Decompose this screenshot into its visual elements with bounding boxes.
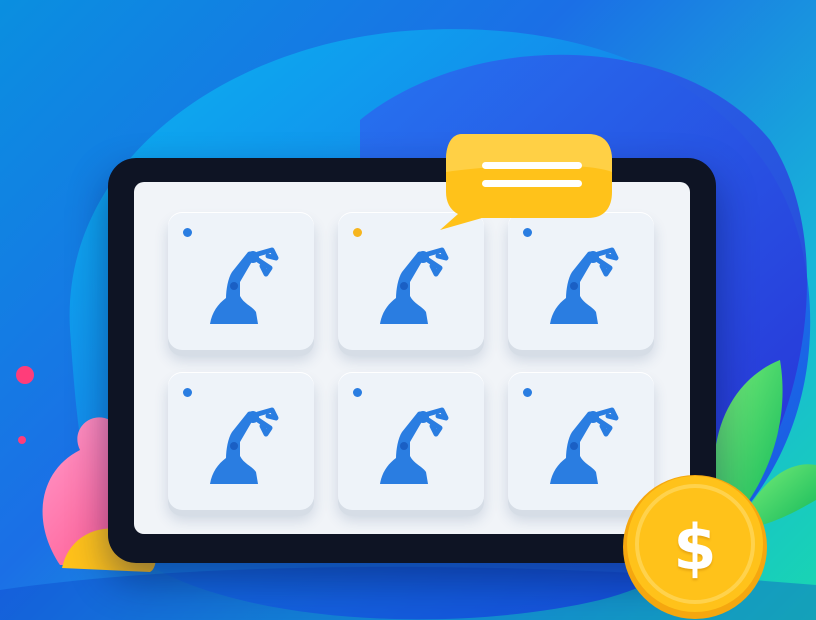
status-dot <box>523 388 532 397</box>
chat-bubble-icon[interactable] <box>438 132 613 232</box>
status-dot-alert <box>353 228 362 237</box>
robot-tile[interactable] <box>338 372 484 510</box>
robot-arm-icon <box>380 407 449 484</box>
robot-tile[interactable] <box>338 212 484 350</box>
robot-arm-icon <box>550 407 619 484</box>
pink-dot-small <box>18 436 26 444</box>
robot-tile[interactable] <box>168 212 314 350</box>
robot-arm-icon <box>380 247 449 324</box>
pink-dot <box>16 366 34 384</box>
robot-arm-icon <box>210 407 279 484</box>
coin-symbol: $ <box>673 510 717 584</box>
message-line <box>482 180 582 187</box>
robot-arm-icon <box>210 247 279 324</box>
robot-tile[interactable] <box>508 212 654 350</box>
status-dot <box>183 388 192 397</box>
robot-tile[interactable] <box>168 372 314 510</box>
message-line <box>482 162 582 169</box>
tablet-screen <box>134 182 690 534</box>
status-dot <box>353 388 362 397</box>
status-dot <box>183 228 192 237</box>
robot-arm-icon <box>550 247 619 324</box>
